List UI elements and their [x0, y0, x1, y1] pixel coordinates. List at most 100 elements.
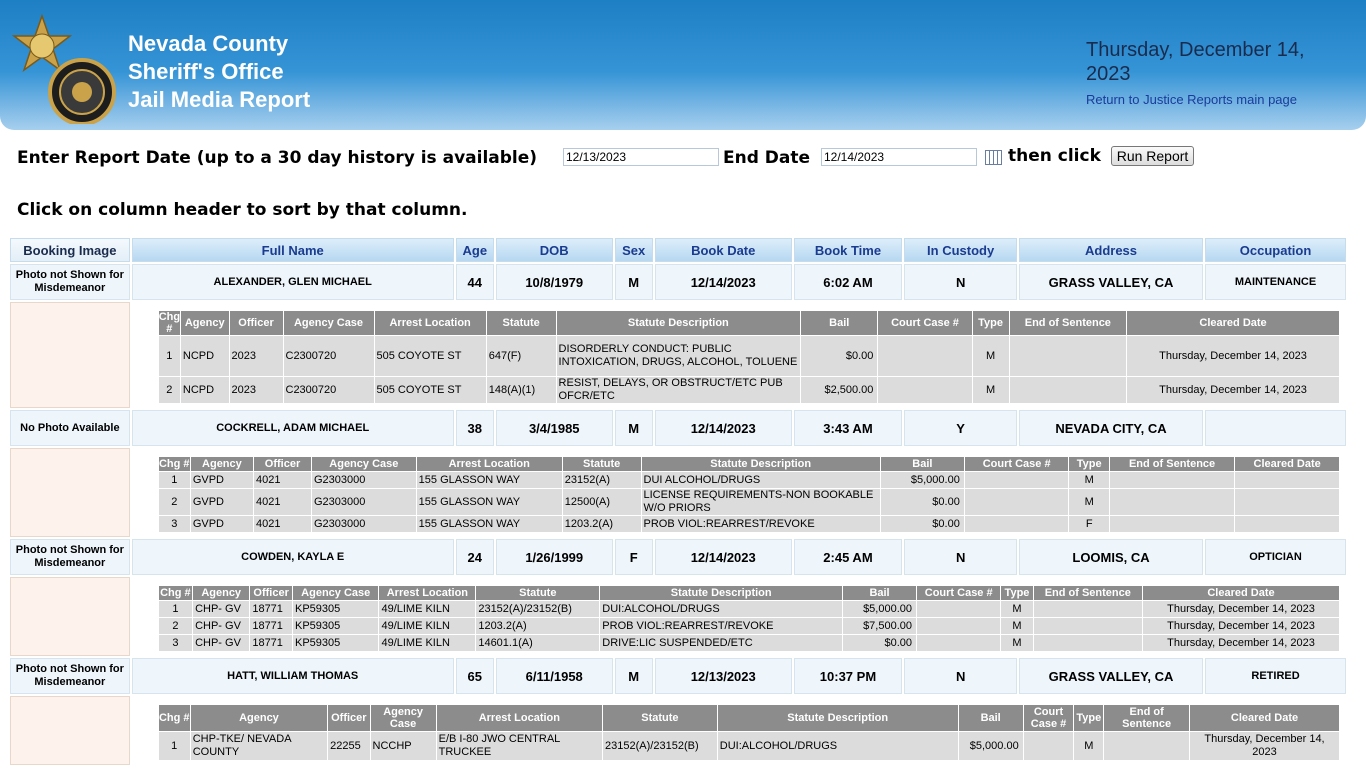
- booking-custody-cell: N: [904, 264, 1017, 300]
- charges-header[interactable]: Statute Description: [556, 311, 801, 335]
- charges-header[interactable]: Cleared Date: [1190, 705, 1339, 731]
- booking-occupation-cell: [1205, 410, 1346, 446]
- charge-cell: [964, 516, 1069, 532]
- report-date-label: Enter Report Date (up to a 30 day histor…: [17, 148, 538, 168]
- charge-cell: $5,000.00: [880, 472, 964, 488]
- column-header-sex[interactable]: Sex: [614, 238, 653, 262]
- charges-spacer: [10, 577, 130, 656]
- charges-header[interactable]: Chg #: [158, 311, 180, 335]
- column-header-age[interactable]: Age: [455, 238, 494, 262]
- charge-cell: $5,000.00: [958, 732, 1023, 760]
- booking-row[interactable]: Photo not Shown for Misdemeanor HATT, WIL…: [10, 658, 1346, 694]
- charges-header[interactable]: Chg #: [158, 457, 190, 471]
- charge-cell: 18771: [250, 618, 292, 634]
- column-header-occupation[interactable]: Occupation: [1205, 238, 1346, 262]
- charges-header-row: Chg # Agency Officer Agency Case Arrest Loca…: [158, 705, 1339, 731]
- charges-header[interactable]: Chg #: [158, 705, 190, 731]
- booking-row[interactable]: Photo not Shown for Misdemeanor COWDEN, K…: [10, 539, 1346, 575]
- column-header-address[interactable]: Address: [1018, 238, 1204, 262]
- booking-name-cell: COWDEN, KAYLA E: [131, 539, 454, 575]
- charges-header[interactable]: Bail: [843, 586, 916, 600]
- charges-header[interactable]: Bail: [958, 705, 1023, 731]
- charges-header[interactable]: Court Case #: [1023, 705, 1074, 731]
- charges-header[interactable]: Bail: [801, 311, 878, 335]
- calendar-icon[interactable]: [985, 150, 1002, 165]
- charge-cell: 1: [158, 336, 180, 376]
- charges-header[interactable]: Statute: [486, 311, 556, 335]
- charges-header[interactable]: Court Case #: [917, 586, 1001, 600]
- column-header-booking-image: Booking Image: [10, 238, 130, 262]
- charges-header[interactable]: End of Sentence: [1104, 705, 1190, 731]
- charges-header[interactable]: Type: [1001, 586, 1033, 600]
- charges-header[interactable]: Agency: [190, 705, 328, 731]
- charge-cell: $0.00: [880, 516, 964, 532]
- charges-header[interactable]: Officer: [250, 586, 292, 600]
- charges-header[interactable]: Statute Description: [717, 705, 958, 731]
- charges-header[interactable]: Officer: [229, 311, 283, 335]
- column-header-book-time[interactable]: Book Time: [793, 238, 903, 262]
- charges-header[interactable]: Agency Case: [283, 311, 374, 335]
- charge-cell: PROB VIOL:REARREST/REVOKE: [641, 516, 880, 532]
- booking-row[interactable]: No Photo Available COCKRELL, ADAM MICHAEL…: [10, 410, 1346, 446]
- charge-cell: DISORDERLY CONDUCT: PUBLIC INTOXICATION,…: [556, 336, 801, 376]
- charges-header[interactable]: Agency Case: [370, 705, 436, 731]
- booking-row[interactable]: Photo not Shown for Misdemeanor ALEXANDER…: [10, 264, 1346, 300]
- charge-cell: 49/LIME KILN: [379, 618, 476, 634]
- charges-header[interactable]: Cleared Date: [1235, 457, 1339, 471]
- charge-row: 3 CHP- GV 18771 KP59305 49/LIME KILN 14601.1(…: [158, 635, 1339, 651]
- column-header-in-custody[interactable]: In Custody: [904, 238, 1017, 262]
- charges-header[interactable]: Statute: [476, 586, 600, 600]
- charges-header[interactable]: Type: [1074, 705, 1104, 731]
- start-date-input[interactable]: [563, 148, 719, 166]
- charge-cell: 2: [158, 377, 180, 403]
- charges-header[interactable]: Officer: [254, 457, 311, 471]
- return-link[interactable]: Return to Justice Reports main page: [1086, 88, 1346, 112]
- charges-header[interactable]: Type: [972, 311, 1009, 335]
- charges-header[interactable]: Arrest Location: [374, 311, 486, 335]
- charge-row: 1 GVPD 4021 G2303000 155 GLASSON WAY 23152(A)…: [158, 472, 1339, 488]
- charge-cell: 1203.2(A): [476, 618, 600, 634]
- charges-header[interactable]: Agency: [180, 311, 229, 335]
- charges-header[interactable]: Court Case #: [964, 457, 1069, 471]
- charge-cell: M: [1069, 489, 1109, 515]
- charges-header[interactable]: Statute Description: [641, 457, 880, 471]
- charges-header[interactable]: Agency Case: [312, 457, 416, 471]
- charges-header[interactable]: End of Sentence: [1009, 311, 1127, 335]
- column-header-dob[interactable]: DOB: [495, 238, 613, 262]
- charges-header[interactable]: Type: [1069, 457, 1109, 471]
- column-header-book-date[interactable]: Book Date: [654, 238, 792, 262]
- charge-cell: NCCHP: [370, 732, 436, 760]
- booking-occupation-cell: OPTICIAN: [1205, 539, 1346, 575]
- charge-cell: 155 GLASSON WAY: [416, 516, 562, 532]
- charge-cell: [1235, 516, 1339, 532]
- run-report-button[interactable]: Run Report: [1111, 146, 1194, 166]
- charges-header[interactable]: Chg #: [158, 586, 193, 600]
- charges-header[interactable]: Cleared Date: [1127, 311, 1339, 335]
- charges-header[interactable]: Agency Case: [293, 586, 379, 600]
- booking-sex-cell: M: [614, 410, 653, 446]
- charges-header[interactable]: End of Sentence: [1109, 457, 1235, 471]
- charge-row: 1 CHP-TKE/ NEVADA COUNTY 22255 NCCHP E/B I-8…: [158, 732, 1339, 760]
- charge-cell: 12500(A): [562, 489, 641, 515]
- booking-book-time-cell: 6:02 AM: [793, 264, 903, 300]
- charges-header[interactable]: Arrest Location: [379, 586, 476, 600]
- charges-header[interactable]: Officer: [328, 705, 370, 731]
- charges-header[interactable]: Agency: [190, 457, 253, 471]
- charges-header[interactable]: Arrest Location: [416, 457, 562, 471]
- charge-cell: 3: [158, 516, 190, 532]
- charges-header[interactable]: End of Sentence: [1033, 586, 1142, 600]
- booking-age-cell: 44: [455, 264, 494, 300]
- charges-header[interactable]: Bail: [880, 457, 964, 471]
- column-header-full-name[interactable]: Full Name: [131, 238, 454, 262]
- charges-header[interactable]: Agency: [193, 586, 250, 600]
- booking-dob-cell: 10/8/1979: [495, 264, 613, 300]
- booking-age-cell: 38: [455, 410, 494, 446]
- charges-header[interactable]: Statute: [603, 705, 717, 731]
- charges-header[interactable]: Statute: [562, 457, 641, 471]
- end-date-input[interactable]: [821, 148, 977, 166]
- charge-cell: 49/LIME KILN: [379, 601, 476, 617]
- charges-header[interactable]: Statute Description: [600, 586, 843, 600]
- charges-header[interactable]: Court Case #: [878, 311, 972, 335]
- charges-header[interactable]: Arrest Location: [436, 705, 603, 731]
- charges-header[interactable]: Cleared Date: [1142, 586, 1339, 600]
